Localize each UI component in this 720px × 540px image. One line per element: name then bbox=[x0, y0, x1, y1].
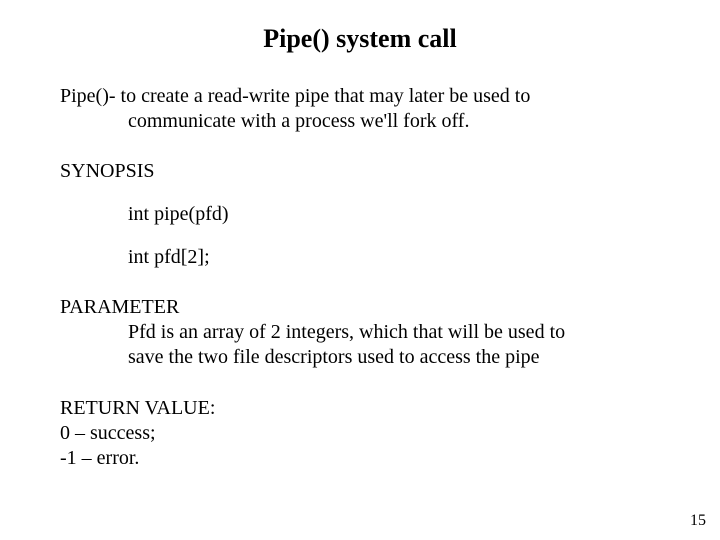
parameter-label: PARAMETER bbox=[60, 295, 660, 320]
parameter-line-1: Pfd is an array of 2 integers, which tha… bbox=[60, 320, 660, 345]
parameter-block: PARAMETER Pfd is an array of 2 integers,… bbox=[60, 295, 660, 370]
slide: Pipe() system call Pipe()- to create a r… bbox=[0, 0, 720, 540]
slide-title: Pipe() system call bbox=[60, 24, 660, 54]
intro-line-2: communicate with a process we'll fork of… bbox=[60, 109, 660, 134]
intro-block: Pipe()- to create a read-write pipe that… bbox=[60, 84, 660, 134]
parameter-line-2: save the two file descriptors used to ac… bbox=[60, 345, 660, 370]
page-number: 15 bbox=[690, 512, 706, 530]
return-line-2: -1 – error. bbox=[60, 446, 660, 471]
synopsis-label: SYNOPSIS bbox=[60, 160, 660, 183]
synopsis-line-2: int pfd[2]; bbox=[60, 246, 660, 269]
return-block: RETURN VALUE: 0 – success; -1 – error. bbox=[60, 396, 660, 471]
return-label: RETURN VALUE: bbox=[60, 396, 660, 421]
intro-line-1: Pipe()- to create a read-write pipe that… bbox=[60, 84, 660, 109]
synopsis-line-1: int pipe(pfd) bbox=[60, 203, 660, 226]
return-line-1: 0 – success; bbox=[60, 421, 660, 446]
